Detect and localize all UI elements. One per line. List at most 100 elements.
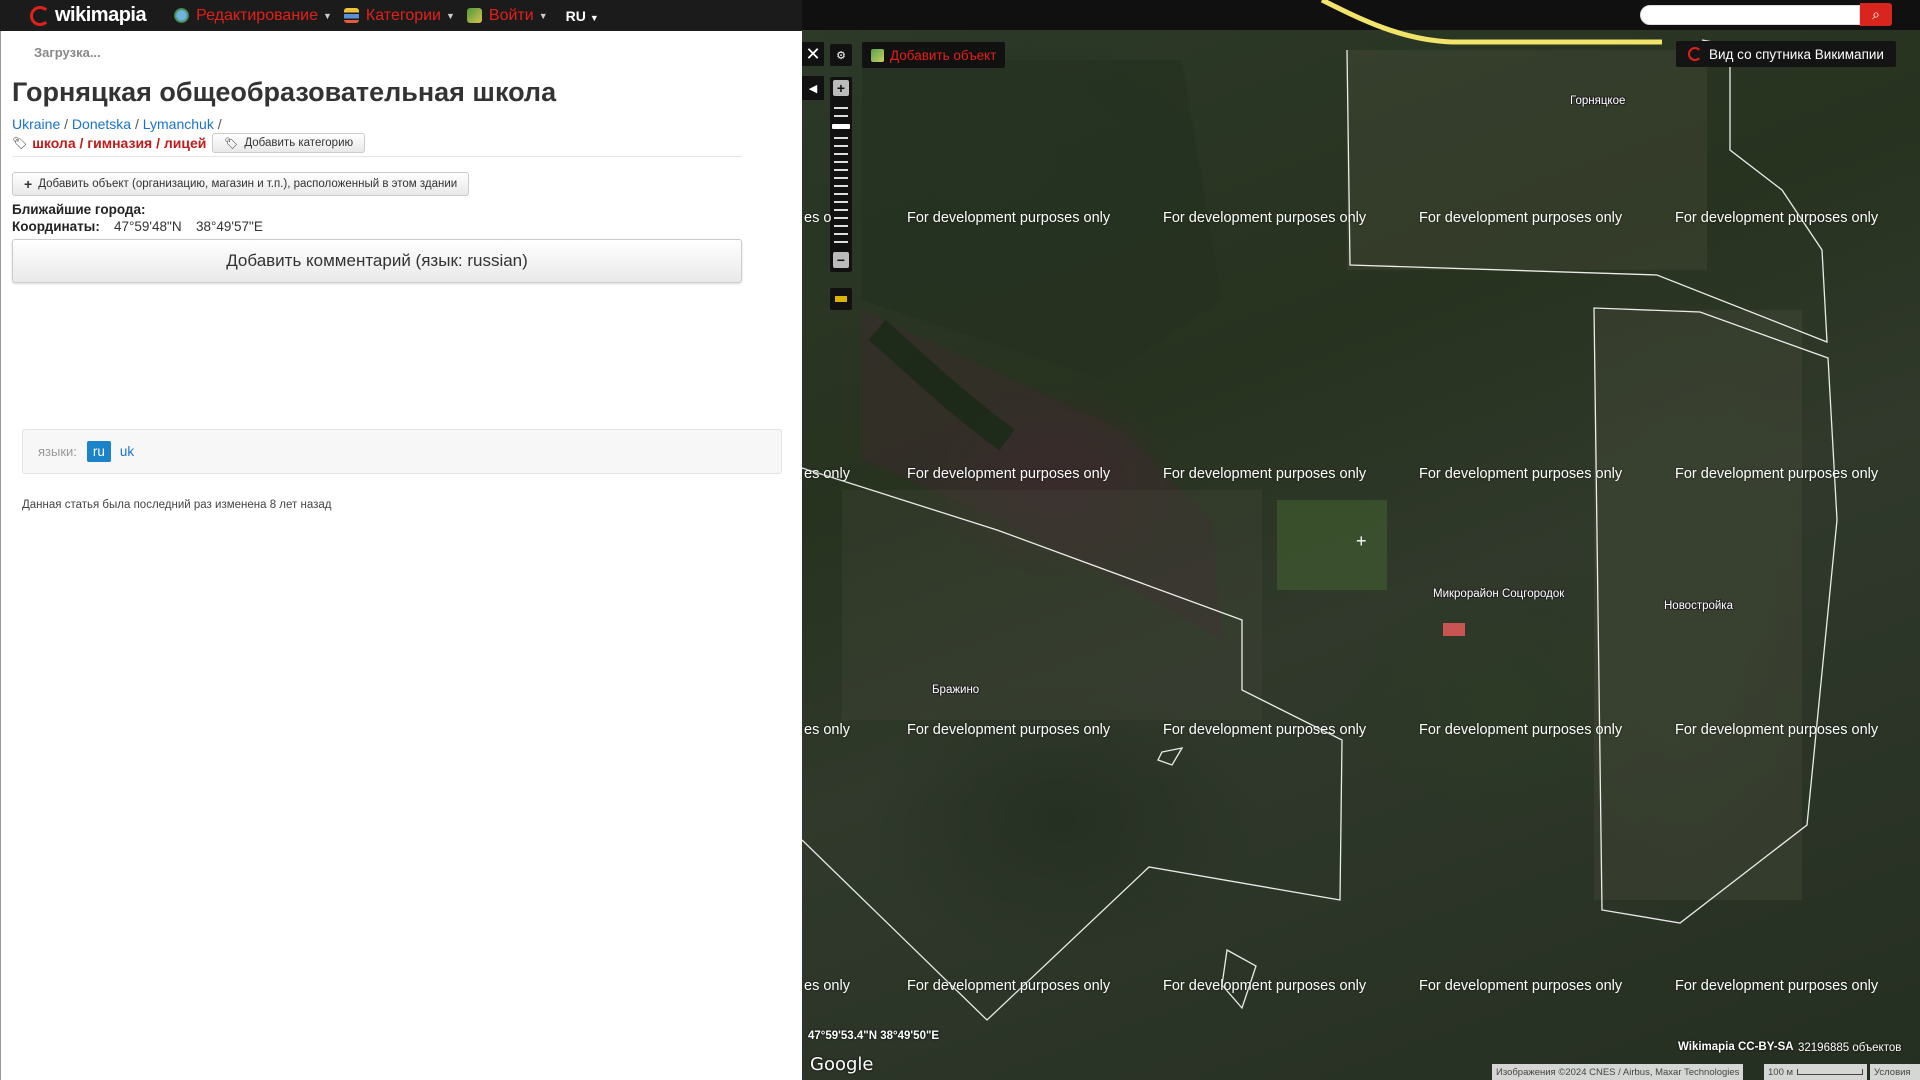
object-count: 32196885 объектов bbox=[1798, 1042, 1902, 1054]
zoom-tick bbox=[834, 169, 848, 171]
zoom-knob[interactable] bbox=[832, 124, 850, 129]
menu-login-label: Войти bbox=[488, 6, 534, 24]
scale-bar[interactable]: 100 м bbox=[1764, 1064, 1868, 1080]
add-category-label: Добавить категорию bbox=[244, 137, 354, 149]
locate-button[interactable]: ⚙ bbox=[830, 44, 852, 66]
ruler-button[interactable] bbox=[830, 288, 852, 310]
login-icon bbox=[466, 8, 482, 23]
language-ru[interactable]: ru bbox=[86, 441, 111, 462]
add-object-in-building-wrapper: + Добавить объект (организацию, магазин … bbox=[12, 172, 470, 197]
tag-icon: 🏷 bbox=[12, 136, 28, 150]
menu-login[interactable]: Войти ▼ bbox=[466, 6, 548, 25]
zoom-out-button[interactable]: − bbox=[833, 252, 849, 268]
place-label-novostroyka[interactable]: Новостройка bbox=[1664, 600, 1733, 612]
language-selector[interactable]: RU ▼ bbox=[566, 8, 599, 24]
page-title: Горняцкая общеобразовательная школа bbox=[12, 77, 557, 107]
search-input[interactable] bbox=[1640, 5, 1860, 25]
add-object-button[interactable]: Добавить объект bbox=[862, 42, 1006, 68]
app-root: wikimapia Редактирование ▼ Категории ▼ В… bbox=[0, 0, 1920, 1080]
zoom-tick bbox=[834, 115, 848, 117]
category-link[interactable]: школа / гимназия / лицей bbox=[32, 135, 206, 151]
zoom-tick bbox=[834, 161, 848, 163]
last-modified-note: Данная статья была последний раз изменен… bbox=[22, 499, 332, 511]
green-field bbox=[1277, 500, 1387, 590]
divider bbox=[12, 156, 742, 157]
category-row: 🏷 школа / гимназия / лицей 🏷 Добавить ка… bbox=[12, 133, 366, 153]
settlement-area bbox=[1347, 50, 1707, 270]
breadcrumb-ukraine[interactable]: Ukraine bbox=[12, 116, 60, 132]
search-icon: ⌕ bbox=[1872, 6, 1880, 22]
coordinate-readout: 47°59'53.4"N 38°49'50"E bbox=[808, 1030, 940, 1042]
menu-edit[interactable]: Редактирование ▼ bbox=[174, 7, 332, 25]
language-uk[interactable]: uk bbox=[114, 441, 140, 462]
settlement-area bbox=[842, 490, 1262, 720]
chevron-down-icon: ▼ bbox=[446, 10, 455, 21]
scale-label: 100 м bbox=[1768, 1066, 1794, 1078]
zoom-in-button[interactable]: + bbox=[833, 80, 849, 96]
breadcrumb: Ukraine / Donetska / Lymanchuk / bbox=[12, 116, 222, 132]
wikimapia-logo-icon bbox=[1688, 47, 1702, 61]
google-logo[interactable]: Google bbox=[810, 1054, 873, 1075]
zoom-tick bbox=[834, 209, 848, 211]
crosshair-icon: + bbox=[1356, 531, 1367, 551]
license-label[interactable]: Wikimapia CC-BY-SA bbox=[1678, 1041, 1794, 1053]
search-button[interactable]: ⌕ bbox=[1860, 3, 1892, 26]
zoom-tick bbox=[834, 177, 848, 179]
coordinates-label: Координаты: bbox=[12, 219, 100, 234]
zoom-tick bbox=[834, 201, 848, 203]
zoom-tick bbox=[834, 217, 848, 219]
categories-icon bbox=[343, 8, 359, 23]
languages-label: языки: bbox=[38, 444, 77, 459]
place-label-sotsgorodok[interactable]: Микрорайон Соцгородок bbox=[1433, 588, 1564, 600]
object-info-panel: Загрузка... Горняцкая общеобразовательна… bbox=[0, 31, 802, 1080]
logo-text: wikimapia bbox=[55, 4, 147, 26]
zoom-tick bbox=[834, 185, 848, 187]
menu-categories-label: Категории bbox=[365, 6, 441, 24]
plus-icon: + bbox=[24, 176, 33, 192]
breadcrumb-lymanchuk[interactable]: Lymanchuk bbox=[143, 116, 214, 132]
wikimapia-logo-icon bbox=[30, 5, 50, 26]
add-object-in-building-label: Добавить объект (организацию, магазин и … bbox=[38, 178, 458, 190]
add-object-icon bbox=[871, 48, 884, 62]
menu-categories[interactable]: Категории ▼ bbox=[343, 6, 455, 25]
add-comment-button[interactable]: Добавить комментарий (язык: russian) bbox=[12, 239, 742, 283]
dark-field bbox=[862, 60, 1222, 380]
zoom-tick bbox=[834, 137, 848, 139]
top-navbar: wikimapia Редактирование ▼ Категории ▼ В… bbox=[0, 0, 802, 31]
satellite-view-label: Вид со спутника Викимапии bbox=[1709, 46, 1884, 62]
zoom-tick bbox=[834, 193, 848, 195]
zoom-slider[interactable]: + − bbox=[830, 77, 852, 272]
coordinates-lon: 38°49'57"E bbox=[196, 219, 263, 234]
languages-box: языки: ru uk bbox=[22, 429, 782, 474]
collapse-panel-button[interactable]: ◀ bbox=[802, 76, 824, 100]
add-object-label: Добавить объект bbox=[890, 47, 997, 63]
globe-edit-icon bbox=[174, 8, 190, 23]
place-label-gornyatskoe[interactable]: Горняцкое bbox=[1570, 95, 1625, 107]
imagery-attribution: Изображения ©2024 CNES / Airbus, Maxar T… bbox=[1492, 1064, 1744, 1080]
chevron-down-icon: ▼ bbox=[589, 12, 599, 23]
close-icon: ✕ bbox=[805, 43, 821, 64]
zoom-tick bbox=[834, 145, 848, 147]
road-yellow bbox=[1320, 0, 1662, 45]
gear-icon: ⚙ bbox=[836, 49, 846, 62]
menu-edit-label: Редактирование bbox=[196, 6, 318, 24]
scale-line bbox=[1797, 1069, 1864, 1075]
zoom-tick bbox=[834, 225, 848, 227]
satellite-view-button[interactable]: Вид со спутника Викимапии bbox=[1676, 41, 1896, 67]
satellite-map[interactable]: ✕ ◀ ⚙ Добавить объект + − ⌕ Вид со спутн… bbox=[802, 0, 1920, 1080]
terms-link[interactable]: Условия bbox=[1870, 1064, 1920, 1080]
chevron-down-icon: ▼ bbox=[323, 10, 332, 21]
language-selector-label: RU bbox=[565, 7, 586, 24]
chevron-down-icon: ▼ bbox=[538, 10, 548, 21]
coordinates-lat: 47°59'48"N bbox=[114, 219, 182, 234]
ruler-icon bbox=[835, 296, 847, 302]
add-object-in-building-button[interactable]: + Добавить объект (организацию, магазин … bbox=[12, 172, 470, 196]
place-label-brazhino[interactable]: Бражино bbox=[932, 684, 979, 696]
school-marker bbox=[1443, 623, 1465, 636]
add-category-button[interactable]: 🏷 Добавить категорию bbox=[212, 133, 366, 153]
boundary-small bbox=[1157, 747, 1184, 766]
wikimapia-logo[interactable]: wikimapia bbox=[30, 4, 147, 27]
boundary-small bbox=[1221, 948, 1257, 1010]
breadcrumb-donetska[interactable]: Donetska bbox=[72, 116, 131, 132]
close-panel-button[interactable]: ✕ bbox=[802, 42, 824, 66]
